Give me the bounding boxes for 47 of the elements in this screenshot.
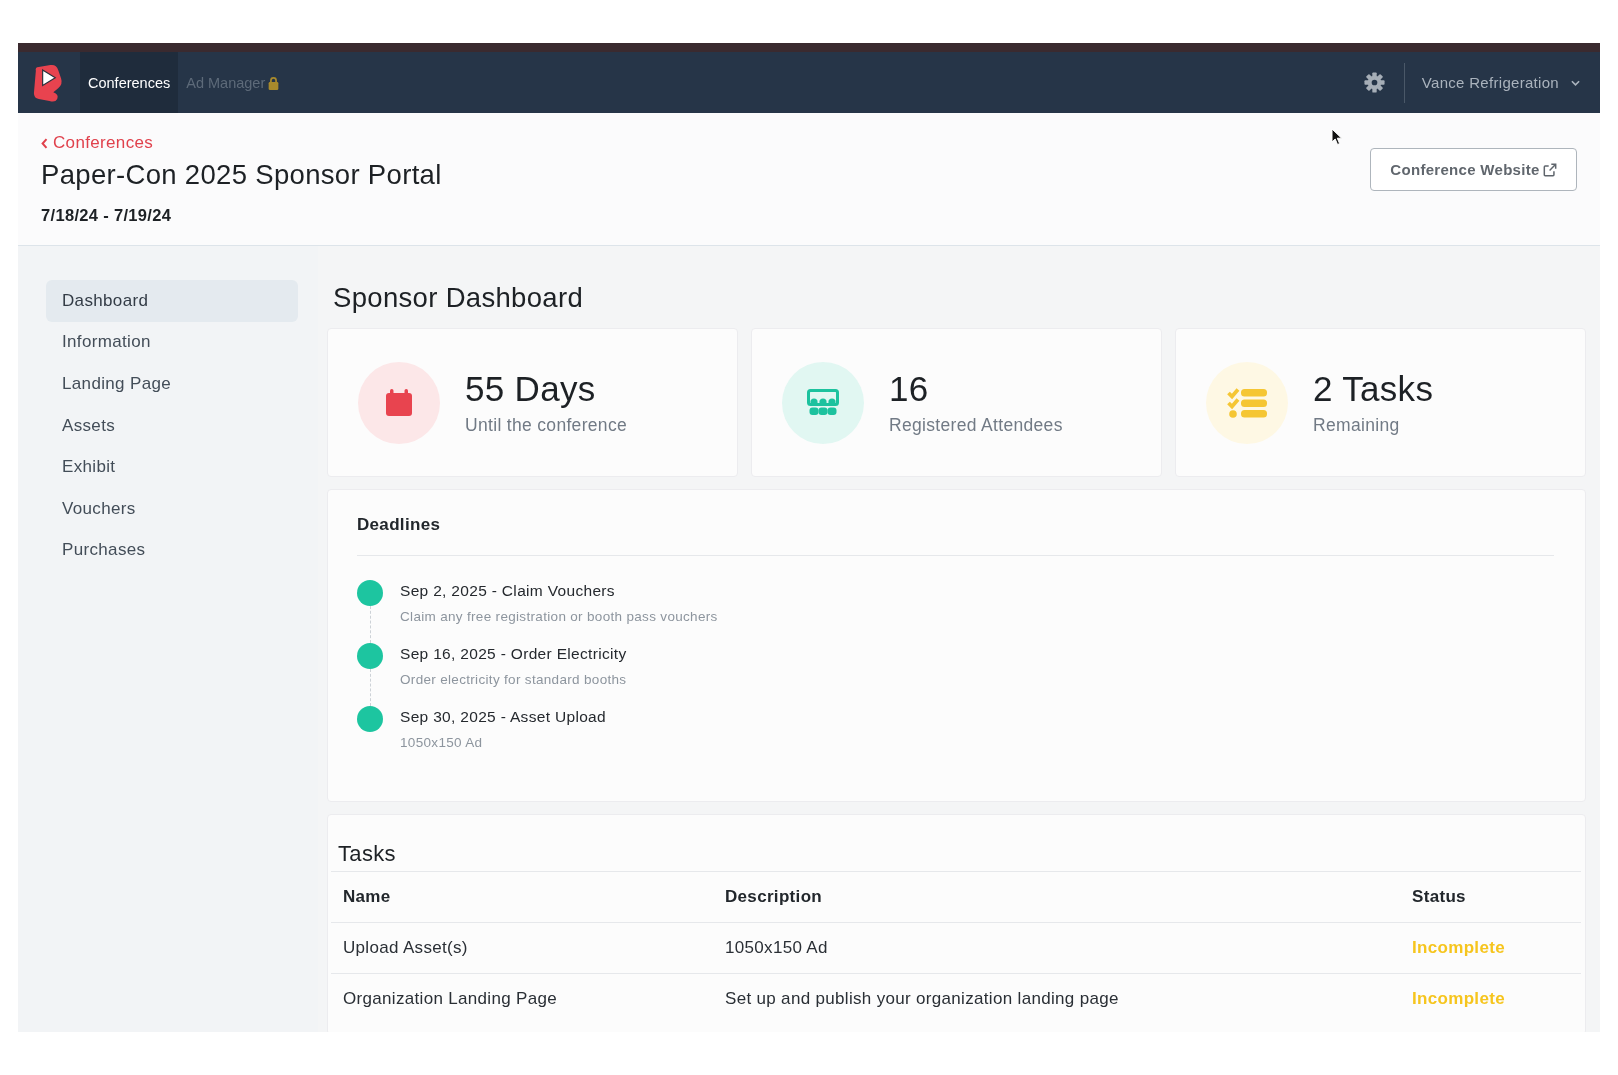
stat-value: 55 Days [465, 369, 597, 409]
sidebar-item[interactable]: Information [46, 321, 298, 364]
deadline-description: Order electricity for standard booths [400, 671, 627, 689]
conference-website-button[interactable]: Conference Website [1370, 148, 1577, 191]
sidebar-item[interactable]: Landing Page [46, 363, 298, 405]
sidebar-item[interactable]: Exhibit [46, 446, 298, 488]
sidebar-item[interactable]: Dashboard [46, 280, 298, 322]
logo-icon[interactable] [31, 62, 64, 103]
table-cell: Set up and publish your organization landing page [725, 989, 1119, 1009]
deadline-title: Sep 2, 2025 - Claim Vouchers [400, 581, 616, 601]
card-title: Deadlines [357, 514, 442, 536]
conference-dates: 7/18/24 - 7/19/24 [41, 205, 172, 225]
deadline-description: Claim any free registration or booth pass vouchers [400, 608, 718, 626]
sidebar-item[interactable]: Assets [46, 404, 298, 447]
caret-icon [1571, 79, 1580, 86]
stat-value: 16 [889, 369, 930, 409]
sidebar-item[interactable]: Purchases [46, 529, 298, 572]
settings-icon[interactable] [1363, 72, 1385, 93]
stat-caption: Registered Attendees [889, 414, 1063, 436]
card-title: Tasks [338, 841, 397, 867]
stat-value: 2 Tasks [1313, 369, 1434, 409]
sidebar-item[interactable]: Vouchers [46, 487, 298, 530]
section-title: Sponsor Dashboard [333, 283, 585, 313]
table-cell: Organization Landing Page [343, 989, 558, 1009]
status-text: Incomplete [1412, 989, 1505, 1009]
mouse-pointer-icon [1331, 128, 1343, 146]
column-header: Status [1412, 887, 1466, 907]
table-cell: Upload Asset(s) [343, 938, 468, 958]
lock-icon [268, 75, 280, 90]
account-menu[interactable]: Vance Refrigeration [1421, 74, 1580, 91]
stat-caption: Remaining [1313, 414, 1401, 436]
deadline-title: Sep 30, 2025 - Asset Upload [400, 707, 606, 727]
timeline-dot-icon [357, 643, 383, 669]
column-header: Name [343, 887, 391, 907]
back-link[interactable]: Conferences [41, 133, 154, 153]
status-text: Incomplete [1412, 938, 1505, 958]
chevron-left-icon [41, 137, 48, 149]
timeline-dot-icon [357, 706, 383, 732]
deadline-title: Sep 16, 2025 - Order Electricity [400, 644, 627, 664]
column-header: Description [725, 887, 823, 907]
stat-caption: Until the conference [465, 414, 628, 436]
nav-tab[interactable]: Conferences [80, 52, 179, 113]
external-link-icon [1542, 162, 1557, 177]
table-cell: 1050x150 Ad [725, 938, 828, 958]
deadline-description: 1050x150 Ad [400, 734, 484, 752]
timeline-dot-icon [357, 580, 383, 606]
page-title: Paper-Con 2025 Sponsor Portal [41, 159, 442, 191]
